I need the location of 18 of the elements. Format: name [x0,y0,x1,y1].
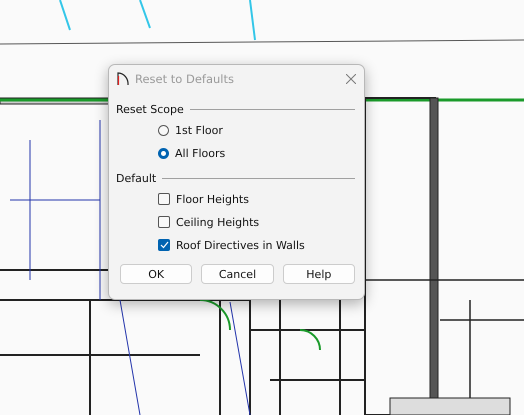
checkbox[interactable] [158,193,170,205]
radio-button[interactable] [158,124,169,136]
dialog-button[interactable]: OK [120,264,192,284]
close-icon[interactable] [346,74,356,84]
checkbox-label: Ceiling Heights [176,216,260,228]
group-title: Default [116,172,156,185]
app-logo-icon [117,72,129,86]
dialog-button[interactable]: Help [282,264,355,284]
checkbox-label: Floor Heights [176,192,249,206]
checkbox[interactable] [158,239,170,251]
radio-button[interactable] [158,148,169,158]
checkbox-label: Roof Directives in Walls [176,238,305,252]
dialog-button[interactable]: Cancel [201,264,274,284]
radio-label: 1st Floor [175,124,223,136]
radio-label: All Floors [175,146,226,160]
checkbox[interactable] [158,216,170,228]
dialog-title: Reset to Defaults [135,72,235,86]
group-title: Reset Scope [116,103,184,116]
